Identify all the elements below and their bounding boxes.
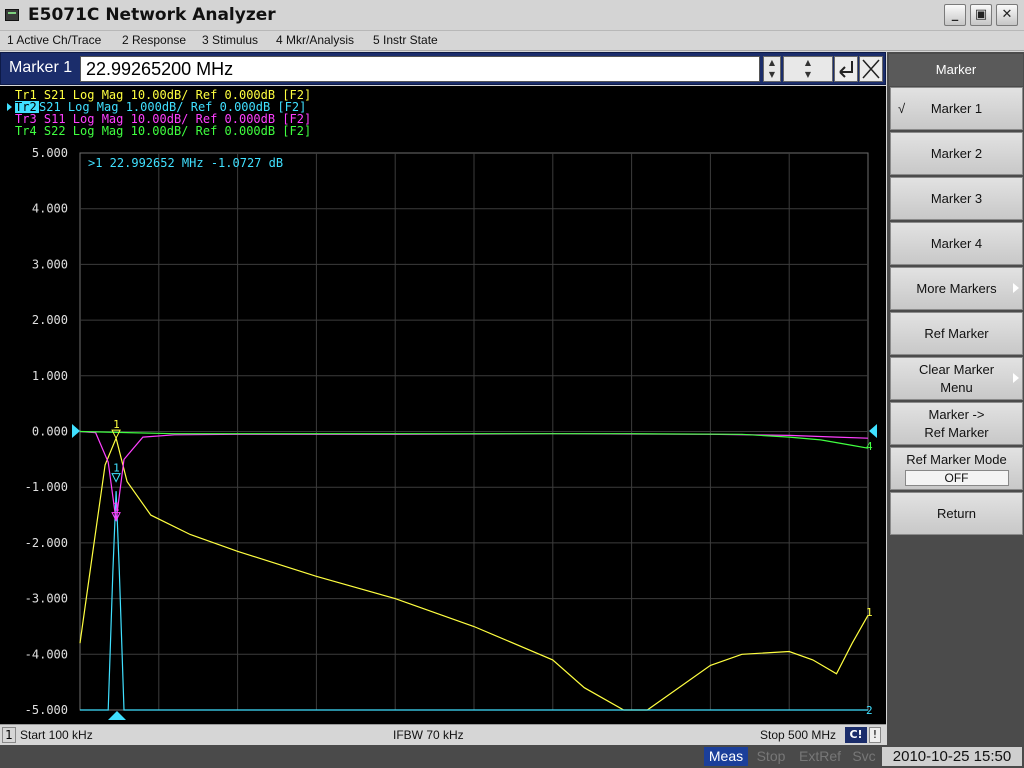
- y-tick-label: 1.000: [32, 369, 68, 383]
- restore-button[interactable]: ▣: [970, 4, 992, 26]
- y-tick-label: 5.000: [32, 146, 68, 160]
- softkey-clear-marker-menu[interactable]: Clear Marker Menu: [890, 357, 1023, 400]
- trace-end-label-2: 2: [866, 704, 873, 717]
- menu-instr-state[interactable]: 5 Instr State: [373, 33, 438, 47]
- marker-frequency-input[interactable]: 22.99265200 MHz: [80, 56, 760, 82]
- softkey-marker-1[interactable]: √ Marker 1: [890, 87, 1023, 130]
- active-marker-stimulus-icon: [108, 711, 126, 720]
- y-tick-label: 3.000: [32, 257, 68, 271]
- softkey-panel: Marker √ Marker 1 Marker 2 Marker 3 Mark…: [887, 52, 1024, 745]
- entry-label: Marker 1: [9, 59, 73, 76]
- trace-end-label-4: 4: [866, 440, 873, 453]
- y-tick-label: 4.000: [32, 202, 68, 216]
- stop-status: Stop: [756, 748, 786, 764]
- menu-response[interactable]: 2 Response: [122, 33, 186, 47]
- marker-triangle-icon[interactable]: [111, 473, 121, 483]
- softkey-return[interactable]: Return: [890, 492, 1023, 535]
- y-tick-label: -4.000: [25, 647, 68, 661]
- close-button[interactable]: ✕: [996, 4, 1018, 26]
- menu-active-ch-trace[interactable]: 1 Active Ch/Trace: [7, 33, 101, 47]
- ref-marker-mode-value: OFF: [904, 470, 1009, 486]
- trace-legend-3[interactable]: Tr4 S22 Log Mag 10.00dB/ Ref 0.000dB [F2…: [15, 124, 311, 138]
- ref-position-left-icon: [72, 424, 80, 438]
- menu-bar: 1 Active Ch/Trace 2 Response 3 Stimulus …: [0, 31, 1024, 51]
- softkey-marker-3[interactable]: Marker 3: [890, 177, 1023, 220]
- y-tick-label: 0.000: [32, 425, 68, 439]
- active-trace-icon: [7, 103, 12, 111]
- softkey-menu-title: Marker: [889, 54, 1023, 86]
- cancel-entry-icon[interactable]: [859, 56, 883, 82]
- softkey-ref-marker[interactable]: Ref Marker: [890, 312, 1023, 355]
- menu-mkr-analysis[interactable]: 4 Mkr/Analysis: [276, 33, 354, 47]
- marker-label-2: 1: [113, 501, 120, 514]
- title-bar: E5071C Network Analyzer _ ▣ ✕: [0, 0, 1024, 31]
- y-tick-label: -3.000: [25, 592, 68, 606]
- trace-chart: Tr1 S21 Log Mag 10.00dB/ Ref 0.000dB [F2…: [7, 88, 877, 720]
- submenu-arrow-icon: [1013, 373, 1019, 383]
- channel-status-bar: 1 Start 100 kHz IFBW 70 kHz Stop 500 MHz…: [0, 724, 886, 744]
- softkey-more-markers[interactable]: More Markers: [890, 267, 1023, 310]
- submenu-arrow-icon: [1013, 283, 1019, 293]
- measurement-display[interactable]: Tr1 S21 Log Mag 10.00dB/ Ref 0.000dB [F2…: [0, 86, 886, 724]
- meas-status: Meas: [704, 747, 748, 766]
- instrument-status-bar: Meas Stop ExtRef Svc 2010-10-25 15:50: [0, 745, 1024, 768]
- menu-stimulus[interactable]: 3 Stimulus: [202, 33, 258, 47]
- softkey-marker-to-ref-marker[interactable]: Marker -> Ref Marker: [890, 402, 1023, 445]
- trace-end-label-1: 1: [866, 606, 873, 619]
- y-tick-label: 2.000: [32, 313, 68, 327]
- spin-small-icon[interactable]: ▲ ▼: [763, 56, 781, 82]
- entry-bar: Marker 1 22.99265200 MHz ▲ ▼ ▲ ▼: [0, 52, 886, 85]
- marker-label-0: 1: [113, 418, 120, 431]
- stop-frequency[interactable]: Stop 500 MHz: [760, 728, 836, 742]
- y-tick-label: -2.000: [25, 536, 68, 550]
- y-tick-label: -5.000: [25, 703, 68, 717]
- ifbw-value[interactable]: IFBW 70 kHz: [393, 728, 464, 742]
- checkmark-icon: √: [898, 101, 906, 116]
- calibration-status-badge: C!: [845, 727, 867, 743]
- analyzer-window: E5071C Network Analyzer _ ▣ ✕ 1 Active C…: [0, 0, 1024, 768]
- spin-large-icon[interactable]: ▲ ▼: [783, 56, 833, 82]
- app-icon: [5, 9, 19, 21]
- softkey-marker-4[interactable]: Marker 4: [890, 222, 1023, 265]
- start-frequency[interactable]: Start 100 kHz: [20, 728, 93, 742]
- warning-badge: !: [869, 727, 881, 743]
- channel-number[interactable]: 1: [2, 727, 16, 743]
- ref-position-right-icon: [869, 424, 877, 438]
- softkey-marker-2[interactable]: Marker 2: [890, 132, 1023, 175]
- enter-icon[interactable]: [834, 56, 858, 82]
- date-time: 2010-10-25 15:50: [882, 747, 1022, 766]
- y-tick-label: -1.000: [25, 480, 68, 494]
- softkey-ref-marker-mode[interactable]: Ref Marker Mode OFF: [890, 447, 1023, 490]
- window-title: E5071C Network Analyzer: [28, 5, 276, 25]
- extref-status: ExtRef: [798, 748, 841, 764]
- minimize-button[interactable]: _: [944, 4, 966, 26]
- marker-readout: >1 22.992652 MHz -1.0727 dB: [88, 156, 283, 170]
- svc-status: Svc: [852, 748, 876, 764]
- marker-label-1: 1: [113, 462, 120, 475]
